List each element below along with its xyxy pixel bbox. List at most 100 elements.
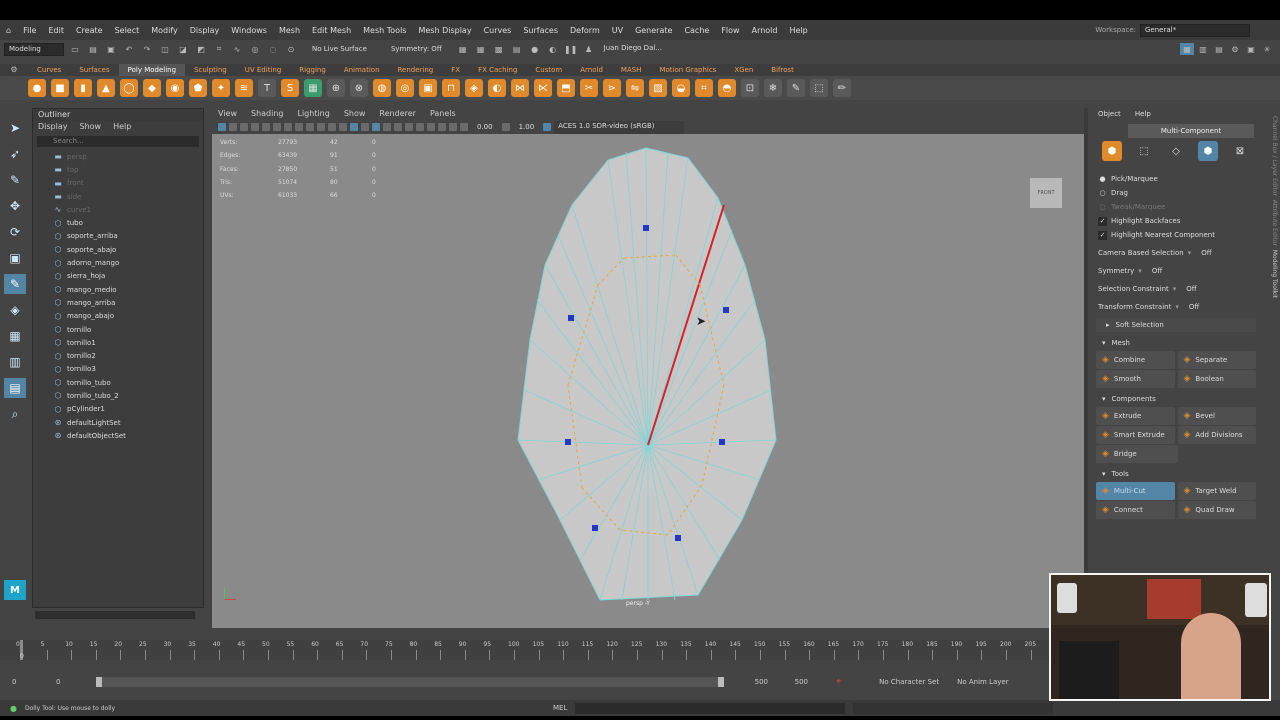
shelf-tab-rigging[interactable]: Rigging (290, 64, 335, 76)
smooth-icon[interactable]: ◍ (373, 79, 391, 97)
scale-tool-icon[interactable]: ▣ (4, 248, 26, 268)
setting-value[interactable]: Off (1183, 303, 1199, 311)
rotate-tool-icon[interactable]: ⟳ (4, 222, 26, 242)
menu-create[interactable]: Create (70, 26, 109, 35)
snap-curve-icon[interactable]: ∿ (230, 43, 244, 55)
menu-deform[interactable]: Deform (564, 26, 606, 35)
uv-editor-icon[interactable]: ▦ (304, 79, 322, 97)
modeling-toolkit-tab[interactable]: Modeling Toolkit (1271, 250, 1278, 298)
shelf-tab-rendering[interactable]: Rendering (389, 64, 443, 76)
setting-value[interactable]: Off (1195, 249, 1211, 257)
outliner-item[interactable]: ▬ persp (33, 150, 203, 163)
user-account[interactable]: Juan Diego Dal... (599, 42, 676, 56)
script-type-label[interactable]: MEL (553, 704, 567, 712)
separate-icon[interactable]: ⊗ (350, 79, 368, 97)
section-mesh[interactable]: ▾ Mesh (1092, 336, 1260, 350)
toolkit-menu-help[interactable]: Help (1135, 108, 1151, 120)
range-start[interactable]: 0 (12, 678, 48, 686)
option-highlight-nearest-component[interactable]: ✓ Highlight Nearest Component (1092, 228, 1260, 242)
menu-mesh-display[interactable]: Mesh Display (412, 26, 477, 35)
outliner-menu-help[interactable]: Help (113, 121, 131, 133)
multi-cut-button[interactable]: ◈ Multi-Cut (1096, 482, 1175, 500)
menu-modify[interactable]: Modify (145, 26, 184, 35)
menu-cache[interactable]: Cache (678, 26, 715, 35)
boolean-button[interactable]: ◈ Boolean (1177, 370, 1256, 388)
radio-icon[interactable]: ○ (1098, 189, 1107, 198)
attribute-editor-tab[interactable]: Attribute Editor (1271, 200, 1278, 246)
search-icon[interactable]: ⌕ (4, 404, 26, 424)
user-icon[interactable]: ♟ (582, 43, 596, 55)
snap-point-icon[interactable]: ◎ (248, 43, 262, 55)
outliner-item[interactable]: ⬡ tornillo2 (33, 349, 203, 362)
menu-select[interactable]: Select (109, 26, 146, 35)
channel-box-icon[interactable]: ▥ (1196, 43, 1210, 55)
mesh-view[interactable] (212, 108, 1084, 628)
outliner-menu-show[interactable]: Show (80, 121, 102, 133)
sculpt-icon[interactable]: ◒ (672, 79, 690, 97)
vertex-mode-icon[interactable]: ⬚ (1134, 141, 1154, 161)
outliner-item[interactable]: ⬡ soporte_arriba (33, 230, 203, 243)
merge-icon[interactable]: ⋈ (511, 79, 529, 97)
setting-value[interactable]: Off (1146, 267, 1162, 275)
outliner-item[interactable]: ⬡ tornillo_tubo (33, 376, 203, 389)
option-tweak-marquee[interactable]: ○ Tweak/Marquee (1092, 200, 1260, 214)
smooth-button[interactable]: ◈ Smooth (1096, 370, 1175, 388)
bridge-icon[interactable]: ⊓ (442, 79, 460, 97)
four-pane-icon[interactable]: ▥ (4, 352, 26, 372)
cone-icon[interactable]: ▲ (97, 79, 115, 97)
menu-surfaces[interactable]: Surfaces (517, 26, 564, 35)
svg-icon[interactable]: S (281, 79, 299, 97)
outliner-item[interactable]: ▬ top (33, 163, 203, 176)
edge-mode-icon[interactable]: ◇ (1166, 141, 1186, 161)
undo-icon[interactable]: ↶ (122, 43, 136, 55)
checkbox-icon[interactable]: ✓ (1098, 216, 1107, 226)
mesh-vertex[interactable] (568, 315, 574, 321)
mesh-vertex[interactable] (643, 225, 649, 231)
torus-icon[interactable]: ◯ (120, 79, 138, 97)
range-end-inner[interactable]: 500 (732, 678, 768, 686)
outliner-item[interactable]: ⬡ tornillo3 (33, 363, 203, 376)
target-weld-shelf-icon[interactable]: ⋗ (603, 79, 621, 97)
outliner-item[interactable]: ⊛ defaultLightSet (33, 416, 203, 429)
separate-button[interactable]: ◈ Separate (1177, 351, 1256, 369)
edit-pivot-icon[interactable]: ✎ (787, 79, 805, 97)
viewport-panel[interactable]: View Shading Lighting Show Renderer Panels (212, 108, 1084, 628)
layout-icon[interactable]: ▦ (1180, 43, 1194, 55)
mel-icon[interactable]: M (4, 580, 26, 600)
lattice-icon[interactable]: ⌗ (695, 79, 713, 97)
current-frame-readout[interactable]: 0 (20, 653, 24, 660)
mesh-vertex[interactable] (719, 439, 725, 445)
render-frame-icon[interactable]: ▦ (456, 43, 470, 55)
target-weld-button[interactable]: ◈ Target Weld (1177, 482, 1256, 500)
attribute-editor-icon[interactable]: ▤ (1212, 43, 1226, 55)
option-highlight-backfaces[interactable]: ✓ Highlight Backfaces (1092, 214, 1260, 228)
quad-draw-button[interactable]: ◈ Quad Draw (1177, 501, 1256, 519)
setting-value[interactable]: Off (1180, 285, 1196, 293)
bevel-button[interactable]: ◈ Bevel (1177, 407, 1256, 425)
range-start-inner[interactable]: 0 (56, 678, 88, 686)
workspace-selector[interactable]: Workspace: General* (1095, 23, 1280, 37)
outliner-item[interactable]: ⬡ tornillo_tubo_2 (33, 389, 203, 402)
menu-uv[interactable]: UV (606, 26, 629, 35)
command-line-input[interactable] (575, 702, 846, 714)
time-slider[interactable]: 0 5 10 15 20 25 30 35 40 45 50 55 60 65 70 75 80 85 90 95 10… (0, 640, 1050, 660)
shelf-tab-motion-graphics[interactable]: Motion Graphics (650, 64, 725, 76)
outliner-item[interactable]: ⬡ mango_abajo (33, 310, 203, 323)
freeze-icon[interactable]: ❄ (764, 79, 782, 97)
mesh-face[interactable] (517, 147, 777, 601)
option-drag[interactable]: ○ Drag (1092, 186, 1260, 200)
menu-flow[interactable]: Flow (715, 26, 745, 35)
combine-icon[interactable]: ⊕ (327, 79, 345, 97)
pencil-icon[interactable]: ✏ (833, 79, 851, 97)
outliner-item[interactable]: ⬡ tornillo (33, 323, 203, 336)
disc-icon[interactable]: ◉ (166, 79, 184, 97)
outliner-item[interactable]: ▬ front (33, 177, 203, 190)
menu-edit[interactable]: Edit (42, 26, 70, 35)
mesh-vertex[interactable] (675, 535, 681, 541)
sweep-icon[interactable]: ≋ (235, 79, 253, 97)
section-components[interactable]: ▾ Components (1092, 392, 1260, 406)
range-bar[interactable] (96, 677, 724, 687)
setting-row[interactable]: Camera Based Selection ▾ Off (1092, 244, 1260, 262)
shelf-tab-xgen[interactable]: XGen (725, 64, 762, 76)
outliner-item[interactable]: ∿ curve1 (33, 203, 203, 216)
